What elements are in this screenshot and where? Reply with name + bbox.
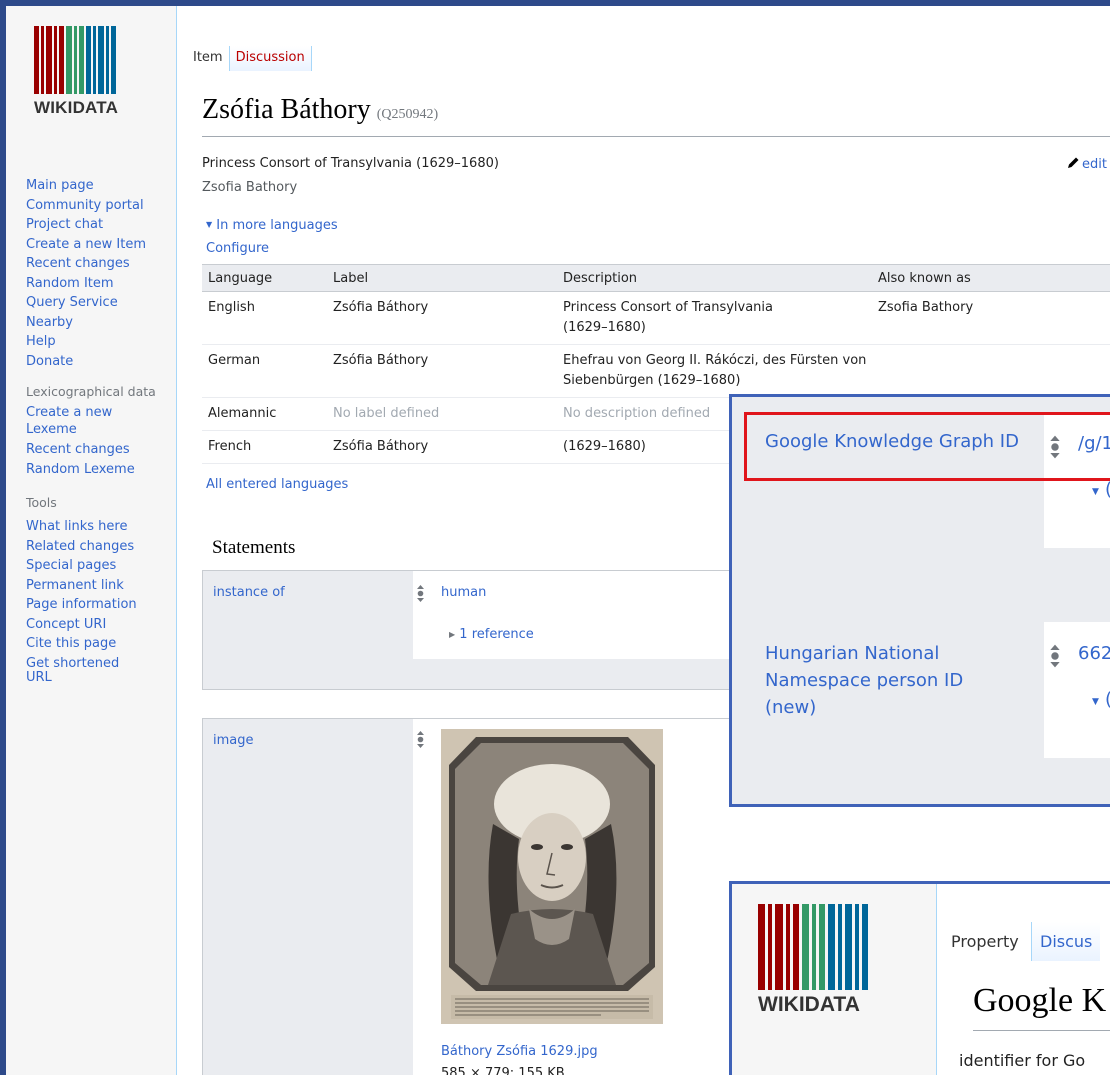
more-languages-label: In more languages <box>216 218 338 233</box>
more-languages-toggle[interactable]: ▼ In more languages <box>206 218 338 233</box>
highlight-box <box>744 412 1110 481</box>
row-language: French <box>208 439 252 454</box>
sidebar-navigation: Main page Community portal Project chat … <box>26 176 176 371</box>
references-label: 1 reference <box>459 627 534 642</box>
sidebar-item-related-changes[interactable]: Related changes <box>26 537 176 557</box>
logo-wordmark: WIKIDATA <box>34 98 119 117</box>
collapsed-reference-glyph: ( <box>1105 479 1110 500</box>
sidebar-item-cite-this-page[interactable]: Cite this page <box>26 634 176 654</box>
sidebar-item-help[interactable]: Help <box>26 332 176 352</box>
zoom-overlay-property-page: WIKIDATA Property Discus Google K identi… <box>729 881 1110 1075</box>
sidebar-item-main-page[interactable]: Main page <box>26 176 176 196</box>
sidebar-item-page-information[interactable]: Page information <box>26 595 176 615</box>
row-description: Princess Consort of Transylvania (1629–1… <box>563 300 773 335</box>
row-aliases <box>872 345 1110 398</box>
tab-item[interactable]: Item <box>187 46 229 71</box>
collapsed-reference-glyph: ( <box>1105 689 1110 710</box>
item-qid: (Q250942) <box>376 107 439 122</box>
item-label: Zsófia Báthory <box>202 94 371 125</box>
sidebar-item-create-lexeme[interactable]: Create a new Lexeme <box>26 404 126 438</box>
property-description: identifier for Go <box>959 1051 1086 1070</box>
sidebar-item-community-portal[interactable]: Community portal <box>26 196 176 216</box>
barcode-logo-graphic <box>758 904 898 990</box>
content-area: Property Discus Google K identifier for … <box>936 884 1110 1075</box>
logo-wordmark: WIKIDATA <box>758 993 860 1016</box>
barcode-logo-graphic <box>34 26 142 94</box>
row-aliases: Zsofia Bathory <box>878 300 974 315</box>
row-label: No label defined <box>333 406 440 421</box>
rank-selector-icon[interactable] <box>416 731 425 748</box>
column-header-description: Description <box>557 264 872 292</box>
hungarian-id-value[interactable]: 662 <box>1078 643 1110 664</box>
property-link-image[interactable]: image <box>213 733 254 748</box>
rank-selector-icon[interactable] <box>1049 644 1061 668</box>
page-title: Google K <box>973 982 1107 1019</box>
pencil-icon <box>1068 157 1079 168</box>
image-file-meta: 585 × 779; 155 KB <box>441 1066 565 1075</box>
sidebar-item-random-item[interactable]: Random Item <box>26 274 176 294</box>
wikidata-logo[interactable]: WIKIDATA <box>34 26 142 118</box>
edit-button[interactable]: edit <box>1067 156 1107 172</box>
row-label: Zsófia Báthory <box>333 353 429 368</box>
tab-property[interactable]: Property <box>951 932 1019 951</box>
sidebar-item-donate[interactable]: Donate <box>26 352 176 372</box>
sidebar-item-shortened-url[interactable]: Get shortened URL <box>26 656 136 685</box>
triangle-down-icon[interactable]: ▼ <box>1092 487 1099 497</box>
wikidata-page: WIKIDATA Main page Community portal Proj… <box>6 6 1110 1075</box>
sidebar-item-project-chat[interactable]: Project chat <box>26 215 176 235</box>
row-label: Zsófia Báthory <box>333 439 429 454</box>
title-divider <box>202 136 1110 137</box>
sidebar-heading-tools: Tools <box>26 495 57 510</box>
tab-discussion[interactable]: Discussion <box>228 46 312 71</box>
row-label: Zsófia Báthory <box>333 300 429 315</box>
triangle-right-icon: ▶ <box>449 630 456 639</box>
sidebar-item-nearby[interactable]: Nearby <box>26 313 176 333</box>
title-divider <box>973 1030 1110 1031</box>
triangle-down-icon: ▼ <box>206 220 213 229</box>
row-language: German <box>208 353 261 368</box>
sidebar-item-lexeme-recent-changes[interactable]: Recent changes <box>26 441 176 458</box>
column-header-aliases: Also known as <box>872 264 1110 292</box>
column-header-label: Label <box>327 264 557 292</box>
all-entered-languages-link[interactable]: All entered languages <box>206 477 348 492</box>
statement-value-human[interactable]: human <box>441 585 486 600</box>
statements-heading: Statements <box>212 537 296 558</box>
table-row: English Zsófia Báthory Princess Consort … <box>202 292 1110 345</box>
sidebar-item-create-item[interactable]: Create a new Item <box>26 235 176 255</box>
row-description: Ehefrau von Georg II. Rákóczi, des Fürst… <box>563 353 867 388</box>
sidebar: Main page Community portal Project chat … <box>26 176 176 685</box>
portrait-engraving <box>441 729 663 1024</box>
image-file-link[interactable]: Báthory Zsófia 1629.jpg <box>441 1044 598 1059</box>
triangle-down-icon[interactable]: ▼ <box>1092 697 1099 707</box>
wikidata-logo[interactable]: WIKIDATA <box>758 904 898 1017</box>
sidebar-item-what-links-here[interactable]: What links here <box>26 517 176 537</box>
sidebar-item-special-pages[interactable]: Special pages <box>26 556 176 576</box>
sidebar-heading-lexicographical: Lexicographical data <box>26 384 156 399</box>
column-header-language: Language <box>202 264 327 292</box>
page-tabs: Item Discussion <box>187 46 312 71</box>
edit-label: edit <box>1082 157 1107 172</box>
sidebar-item-permanent-link[interactable]: Permanent link <box>26 576 176 596</box>
row-language: English <box>208 300 255 315</box>
sidebar-item-recent-changes[interactable]: Recent changes <box>26 254 176 274</box>
configure-link[interactable]: Configure <box>206 241 269 256</box>
table-row: German Zsófia Báthory Ehefrau von Georg … <box>202 345 1110 398</box>
page-title: Zsófia Báthory (Q250942) <box>202 94 438 126</box>
sidebar-item-query-service[interactable]: Query Service <box>26 293 176 313</box>
row-language: Alemannic <box>208 406 277 421</box>
item-alias: Zsofia Bathory <box>202 180 298 195</box>
references-toggle[interactable]: ▶ 1 reference <box>449 627 534 642</box>
item-description: Princess Consort of Transylvania (1629–1… <box>202 156 499 171</box>
rank-selector-icon[interactable] <box>416 585 425 602</box>
property-link-instance-of[interactable]: instance of <box>213 585 285 600</box>
sidebar-item-random-lexeme[interactable]: Random Lexeme <box>26 461 176 478</box>
property-link-hungarian-national-namespace[interactable]: Hungarian National Namespace person ID (… <box>765 640 1020 721</box>
sidebar-item-concept-uri[interactable]: Concept URI <box>26 615 176 635</box>
portrait-image[interactable] <box>441 729 663 1024</box>
tab-discussion[interactable]: Discus <box>1031 922 1101 961</box>
